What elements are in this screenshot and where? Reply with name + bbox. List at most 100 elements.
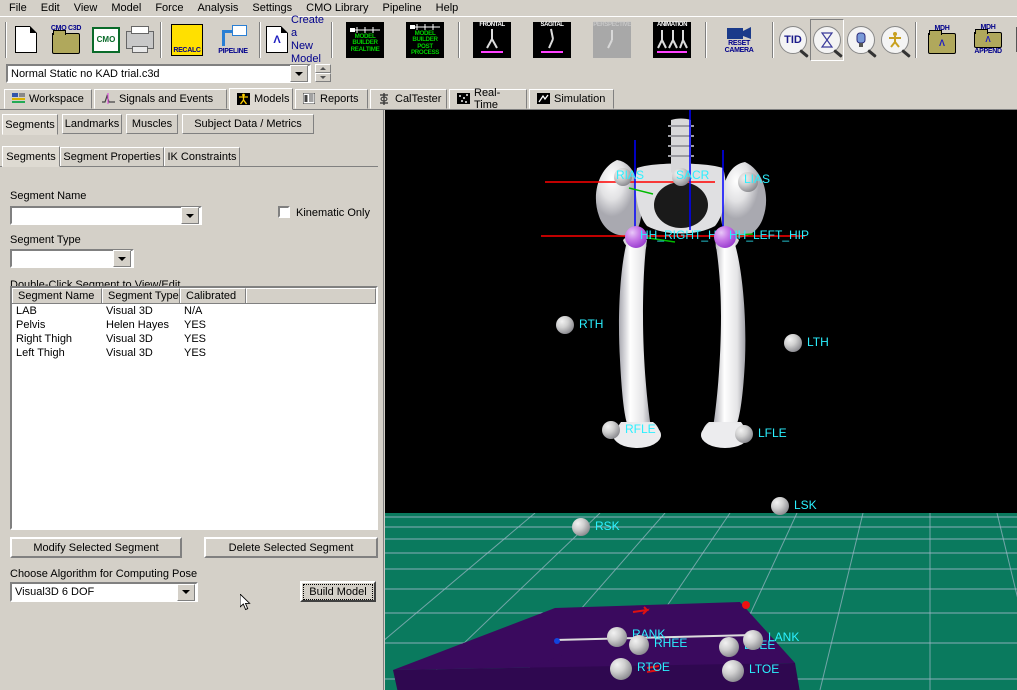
recalc-button[interactable]: RECALC (164, 19, 210, 61)
delete-selected-segment-button[interactable]: Delete Selected Segment (204, 537, 378, 558)
append-mdh-button[interactable]: MDH Λ APPEND (965, 19, 1011, 61)
subtab-ik-constraints[interactable]: IK Constraints (164, 147, 240, 167)
table-row[interactable]: Left Thigh Visual 3D YES (12, 346, 376, 360)
model-tab-muscles[interactable]: Muscles (126, 114, 178, 134)
menu-item-model[interactable]: Model (104, 1, 148, 16)
tid-button[interactable]: TID (776, 19, 810, 61)
skeleton-glyph-icon (548, 28, 555, 49)
file-selector[interactable]: Normal Static no KAD trial.c3d (6, 64, 311, 83)
model-tab-segments[interactable]: Segments (2, 114, 58, 135)
3d-viewport[interactable]: RIAS SACR LIAS HH_RIGHT_HIP HH_LEFT_HIP RTH LT… (385, 110, 1017, 690)
menu-item-pipeline[interactable]: Pipeline (376, 1, 429, 16)
menu-item-force[interactable]: Force (148, 1, 190, 16)
marker-rank[interactable] (607, 627, 627, 647)
realtime-icon (457, 93, 470, 105)
open-cmo-c3d-button[interactable]: CMO C3D (43, 19, 89, 61)
tab-models[interactable]: Models (229, 88, 293, 110)
inspect-segment-button[interactable] (810, 18, 845, 61)
menu-item-view[interactable]: View (67, 1, 105, 16)
sagittal-view-button[interactable]: SAGITAL (522, 19, 582, 61)
marker-rhee[interactable] (629, 635, 649, 655)
open-cmo-button[interactable]: CMO (89, 19, 123, 61)
segments-list-body: LAB Visual 3D N/A Pelvis Helen Hayes YES Right… (12, 304, 376, 360)
column-header[interactable]: Segment Name (12, 288, 102, 303)
segments-list[interactable]: Segment Name Segment Type Calibrated LAB Vi… (10, 286, 378, 530)
reset-camera-button[interactable]: RESET CAMERA (709, 19, 769, 61)
cell-segment-name: Pelvis (16, 319, 46, 331)
open-mdh-button[interactable]: MDH Λ (919, 19, 965, 61)
menu-item-edit[interactable]: Edit (34, 1, 67, 16)
inspect-marker-button[interactable] (844, 19, 878, 61)
signals-icon (102, 93, 115, 105)
marker-label-lth: LTH (807, 335, 829, 349)
inspect-model-button[interactable] (878, 19, 912, 61)
file-selector-row: Normal Static no KAD trial.c3d (0, 62, 1017, 86)
file-spinner[interactable] (315, 64, 331, 83)
model-builder-realtime-button[interactable]: MODEL BUILDER REALTIME (335, 19, 395, 61)
chevron-down-icon[interactable] (177, 583, 195, 601)
modify-selected-segment-button[interactable]: Modify Selected Segment (10, 537, 182, 558)
tab-simulation[interactable]: Simulation (529, 89, 614, 109)
subtab-segment-properties[interactable]: Segment Properties (60, 147, 164, 167)
tab-workspace[interactable]: Workspace (4, 89, 92, 109)
build-model-button[interactable]: Build Model (300, 581, 376, 602)
segment-name-input[interactable] (10, 206, 202, 225)
marker-lhee[interactable] (719, 637, 739, 657)
menu-item-help[interactable]: Help (429, 1, 466, 16)
marker-rtoe[interactable] (610, 658, 632, 680)
toolbar-separator (702, 20, 709, 60)
toolbar: CMO C3D CMO RECALC PIPELINE Λ Create a N… (0, 14, 1017, 65)
algorithm-label: Choose Algorithm for Computing Pose (10, 568, 198, 580)
print-button[interactable] (123, 19, 157, 61)
marker-lsk[interactable] (771, 497, 789, 515)
marker-lfle[interactable] (735, 425, 753, 443)
algorithm-select[interactable]: Visual3D 6 DOF (10, 582, 198, 602)
spinner-up[interactable] (315, 64, 331, 73)
model-tab-landmarks[interactable]: Landmarks (62, 114, 122, 134)
marker-rsk[interactable] (572, 518, 590, 536)
pipeline-button[interactable]: PIPELINE (210, 19, 256, 61)
spinner-down[interactable] (315, 73, 331, 82)
marker-label-rtoe: RTOE (637, 660, 670, 674)
subtab-segments[interactable]: Segments (2, 146, 60, 167)
column-header[interactable]: Calibrated (180, 288, 246, 303)
view-thumb-icon: SAGITAL (533, 21, 572, 58)
kinematic-only-checkbox[interactable] (278, 206, 290, 218)
tab-caltester[interactable]: CalTester (370, 89, 447, 109)
file-selector-value: Normal Static no KAD trial.c3d (11, 67, 160, 80)
menu-item-analysis[interactable]: Analysis (190, 1, 245, 16)
save-mdh-button[interactable]: MDH (1011, 19, 1017, 61)
tab-label: Models (254, 93, 290, 105)
marker-lank[interactable] (743, 630, 763, 650)
cell-segment-type: Visual 3D (106, 305, 153, 317)
column-header[interactable]: Segment Type (102, 288, 180, 303)
table-row[interactable]: Right Thigh Visual 3D YES (12, 332, 376, 346)
tab-signals-and-events[interactable]: Signals and Events (94, 89, 227, 109)
table-row[interactable]: Pelvis Helen Hayes YES (12, 318, 376, 332)
marker-rth[interactable] (556, 316, 574, 334)
tab-real-time[interactable]: Real-Time (449, 87, 527, 111)
model-tab-subject-data-metrics[interactable]: Subject Data / Metrics (182, 114, 314, 134)
create-new-model-button[interactable]: Create a New Model (291, 14, 328, 66)
chevron-down-icon[interactable] (181, 207, 199, 224)
menu-item-file[interactable]: File (2, 1, 34, 16)
column-header-filler (246, 288, 376, 303)
marker-ltoe[interactable] (722, 660, 744, 682)
frontal-view-button[interactable]: FRONTAL (462, 19, 522, 61)
perspective-view-button[interactable]: PERSPECTIVE (582, 19, 642, 61)
segment-type-input[interactable] (10, 249, 134, 268)
table-row[interactable]: LAB Visual 3D N/A (12, 304, 376, 318)
marker-label-lank: LANK (768, 630, 800, 644)
new-file-button[interactable] (9, 19, 43, 61)
marker-lth[interactable] (784, 334, 802, 352)
tab-reports[interactable]: Reports (295, 89, 368, 109)
cell-segment-name: Right Thigh (16, 333, 73, 345)
model-builder-post-process-button[interactable]: MODEL BUILDER POST PROCESS (395, 19, 455, 61)
create-new-model-icon-holder[interactable]: Λ (263, 19, 291, 61)
chevron-down-icon[interactable] (290, 65, 308, 82)
animation-view-button[interactable]: ANIMATION (642, 19, 702, 61)
chevron-down-icon[interactable] (113, 250, 131, 267)
subtab-label: Segments (6, 150, 56, 163)
marker-rfle[interactable] (602, 421, 620, 439)
tab-label: Reports (320, 93, 359, 105)
